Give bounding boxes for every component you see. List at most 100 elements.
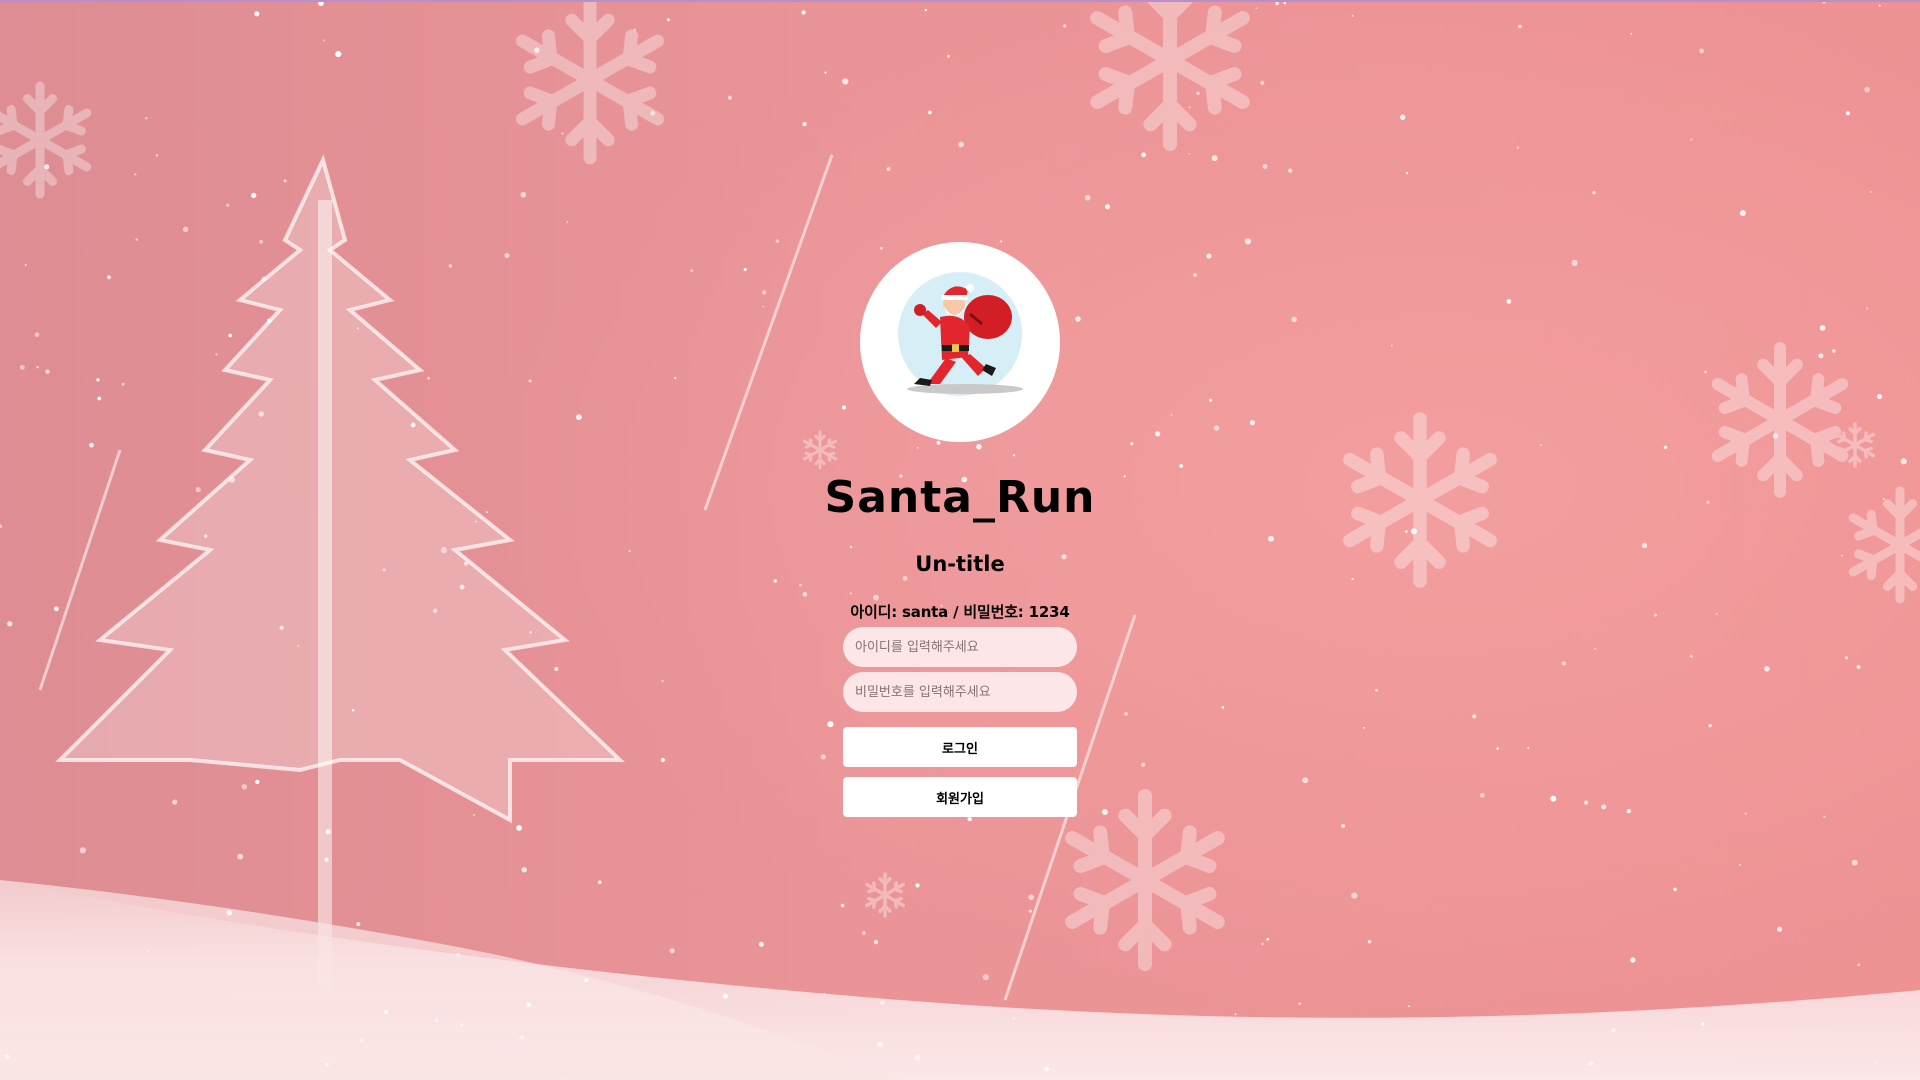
snow-dot bbox=[460, 1023, 464, 1026]
snow-dot bbox=[1472, 714, 1477, 719]
snow-dot bbox=[520, 1035, 524, 1040]
snow-dot bbox=[529, 631, 532, 634]
snow-dot bbox=[4, 1054, 10, 1059]
snow-dot bbox=[1704, 370, 1707, 374]
snow-dot bbox=[762, 305, 765, 308]
snow-dot bbox=[259, 239, 263, 244]
snow-dot bbox=[1234, 1013, 1237, 1016]
snow-dot bbox=[1900, 458, 1907, 465]
snow-dot bbox=[1584, 800, 1589, 805]
snow-dot bbox=[434, 1018, 439, 1023]
snow-dot bbox=[459, 584, 465, 590]
password-input[interactable] bbox=[843, 672, 1077, 712]
snow-dot bbox=[799, 583, 802, 587]
snow-dot bbox=[924, 8, 928, 12]
snow-dot bbox=[1865, 307, 1869, 310]
snow-dot bbox=[690, 269, 694, 273]
snow-dot bbox=[1841, 554, 1844, 557]
snow-dot bbox=[1851, 859, 1858, 866]
snow-dot bbox=[669, 948, 675, 954]
top-border bbox=[0, 0, 1920, 2]
snow-dot bbox=[1690, 655, 1693, 658]
login-button[interactable]: 로그인 bbox=[843, 727, 1077, 767]
signup-button[interactable]: 회원가입 bbox=[843, 777, 1077, 817]
snow-dot bbox=[1407, 1005, 1410, 1008]
snow-dot bbox=[255, 779, 260, 785]
snow-dot bbox=[1611, 1028, 1616, 1032]
snow-dot bbox=[1690, 138, 1693, 141]
snow-dot bbox=[463, 561, 469, 566]
snow-dot bbox=[1213, 425, 1220, 431]
snow-dot bbox=[1654, 613, 1658, 617]
id-input[interactable] bbox=[843, 627, 1077, 667]
snow-dot bbox=[325, 1062, 329, 1067]
snow-dot bbox=[584, 978, 589, 983]
snow-dot bbox=[226, 203, 230, 207]
snow-dot bbox=[1404, 530, 1408, 533]
snow-dot bbox=[1363, 726, 1366, 729]
app-title: Santa_Run bbox=[824, 472, 1096, 523]
snow-dot bbox=[36, 366, 39, 369]
snow-dot bbox=[1044, 1066, 1049, 1072]
snow-dot bbox=[1179, 464, 1184, 468]
snow-dot bbox=[650, 110, 656, 116]
snow-dot bbox=[1170, 413, 1173, 417]
snow-dot bbox=[324, 857, 329, 862]
snow-dot bbox=[1101, 809, 1108, 815]
snow-dot bbox=[842, 78, 849, 85]
snow-dot bbox=[775, 239, 780, 243]
snow-dot bbox=[758, 941, 764, 947]
snow-dot bbox=[1715, 612, 1718, 615]
snow-dot bbox=[360, 1039, 363, 1042]
snow-dot bbox=[1084, 194, 1091, 201]
snow-dot bbox=[1341, 824, 1346, 828]
snow-dot bbox=[1844, 656, 1848, 660]
snow-dot bbox=[279, 625, 284, 630]
snow-dot bbox=[526, 1002, 532, 1008]
snow-dot bbox=[840, 903, 845, 908]
snow-dot bbox=[96, 378, 100, 382]
snow-dot bbox=[97, 396, 102, 401]
login-panel: Santa_Run Un-title 아이디: santa / 비밀번호: 12… bbox=[825, 242, 1094, 817]
snow-dot bbox=[1266, 937, 1270, 941]
snow-dot bbox=[1856, 665, 1861, 669]
snow-dot bbox=[633, 28, 636, 31]
snow-dot bbox=[528, 379, 532, 383]
snow-dot bbox=[1823, 815, 1826, 818]
snow-dot bbox=[440, 546, 448, 554]
snow-dot bbox=[1594, 647, 1597, 650]
snow-dot bbox=[1255, 7, 1258, 10]
snow-dot bbox=[666, 18, 670, 22]
snow-dot bbox=[722, 993, 728, 999]
snow-dot bbox=[660, 757, 666, 763]
snow-dot bbox=[773, 579, 777, 583]
snow-dot bbox=[554, 666, 559, 672]
snow-dot bbox=[877, 1041, 884, 1048]
snow-dot bbox=[915, 883, 920, 888]
snow-dot bbox=[297, 645, 300, 648]
snow-dot bbox=[1864, 86, 1870, 93]
snow-dot bbox=[427, 376, 430, 380]
snow-dot bbox=[1777, 926, 1783, 932]
snow-dot bbox=[1845, 111, 1850, 116]
snow-dot bbox=[927, 110, 932, 115]
snow-dot bbox=[1260, 80, 1265, 85]
snow-dot bbox=[1390, 344, 1393, 347]
snow-dot bbox=[237, 853, 244, 860]
snow-dot bbox=[661, 679, 664, 682]
snow-dot bbox=[203, 534, 208, 538]
snow-dot bbox=[34, 332, 40, 337]
snow-dot bbox=[880, 1000, 885, 1005]
snow-dot bbox=[947, 54, 950, 58]
snow-dot bbox=[1196, 91, 1200, 96]
snow-dot bbox=[566, 221, 569, 223]
snow-dot bbox=[485, 511, 488, 514]
snow-dot bbox=[1539, 444, 1543, 447]
snow-dot bbox=[53, 606, 59, 612]
snow-dot bbox=[1561, 661, 1566, 666]
snow-dot bbox=[561, 132, 564, 135]
snow-dot bbox=[356, 327, 359, 330]
snow-dot bbox=[575, 414, 582, 421]
snow-dot bbox=[251, 192, 257, 199]
snow-dot bbox=[521, 867, 527, 873]
